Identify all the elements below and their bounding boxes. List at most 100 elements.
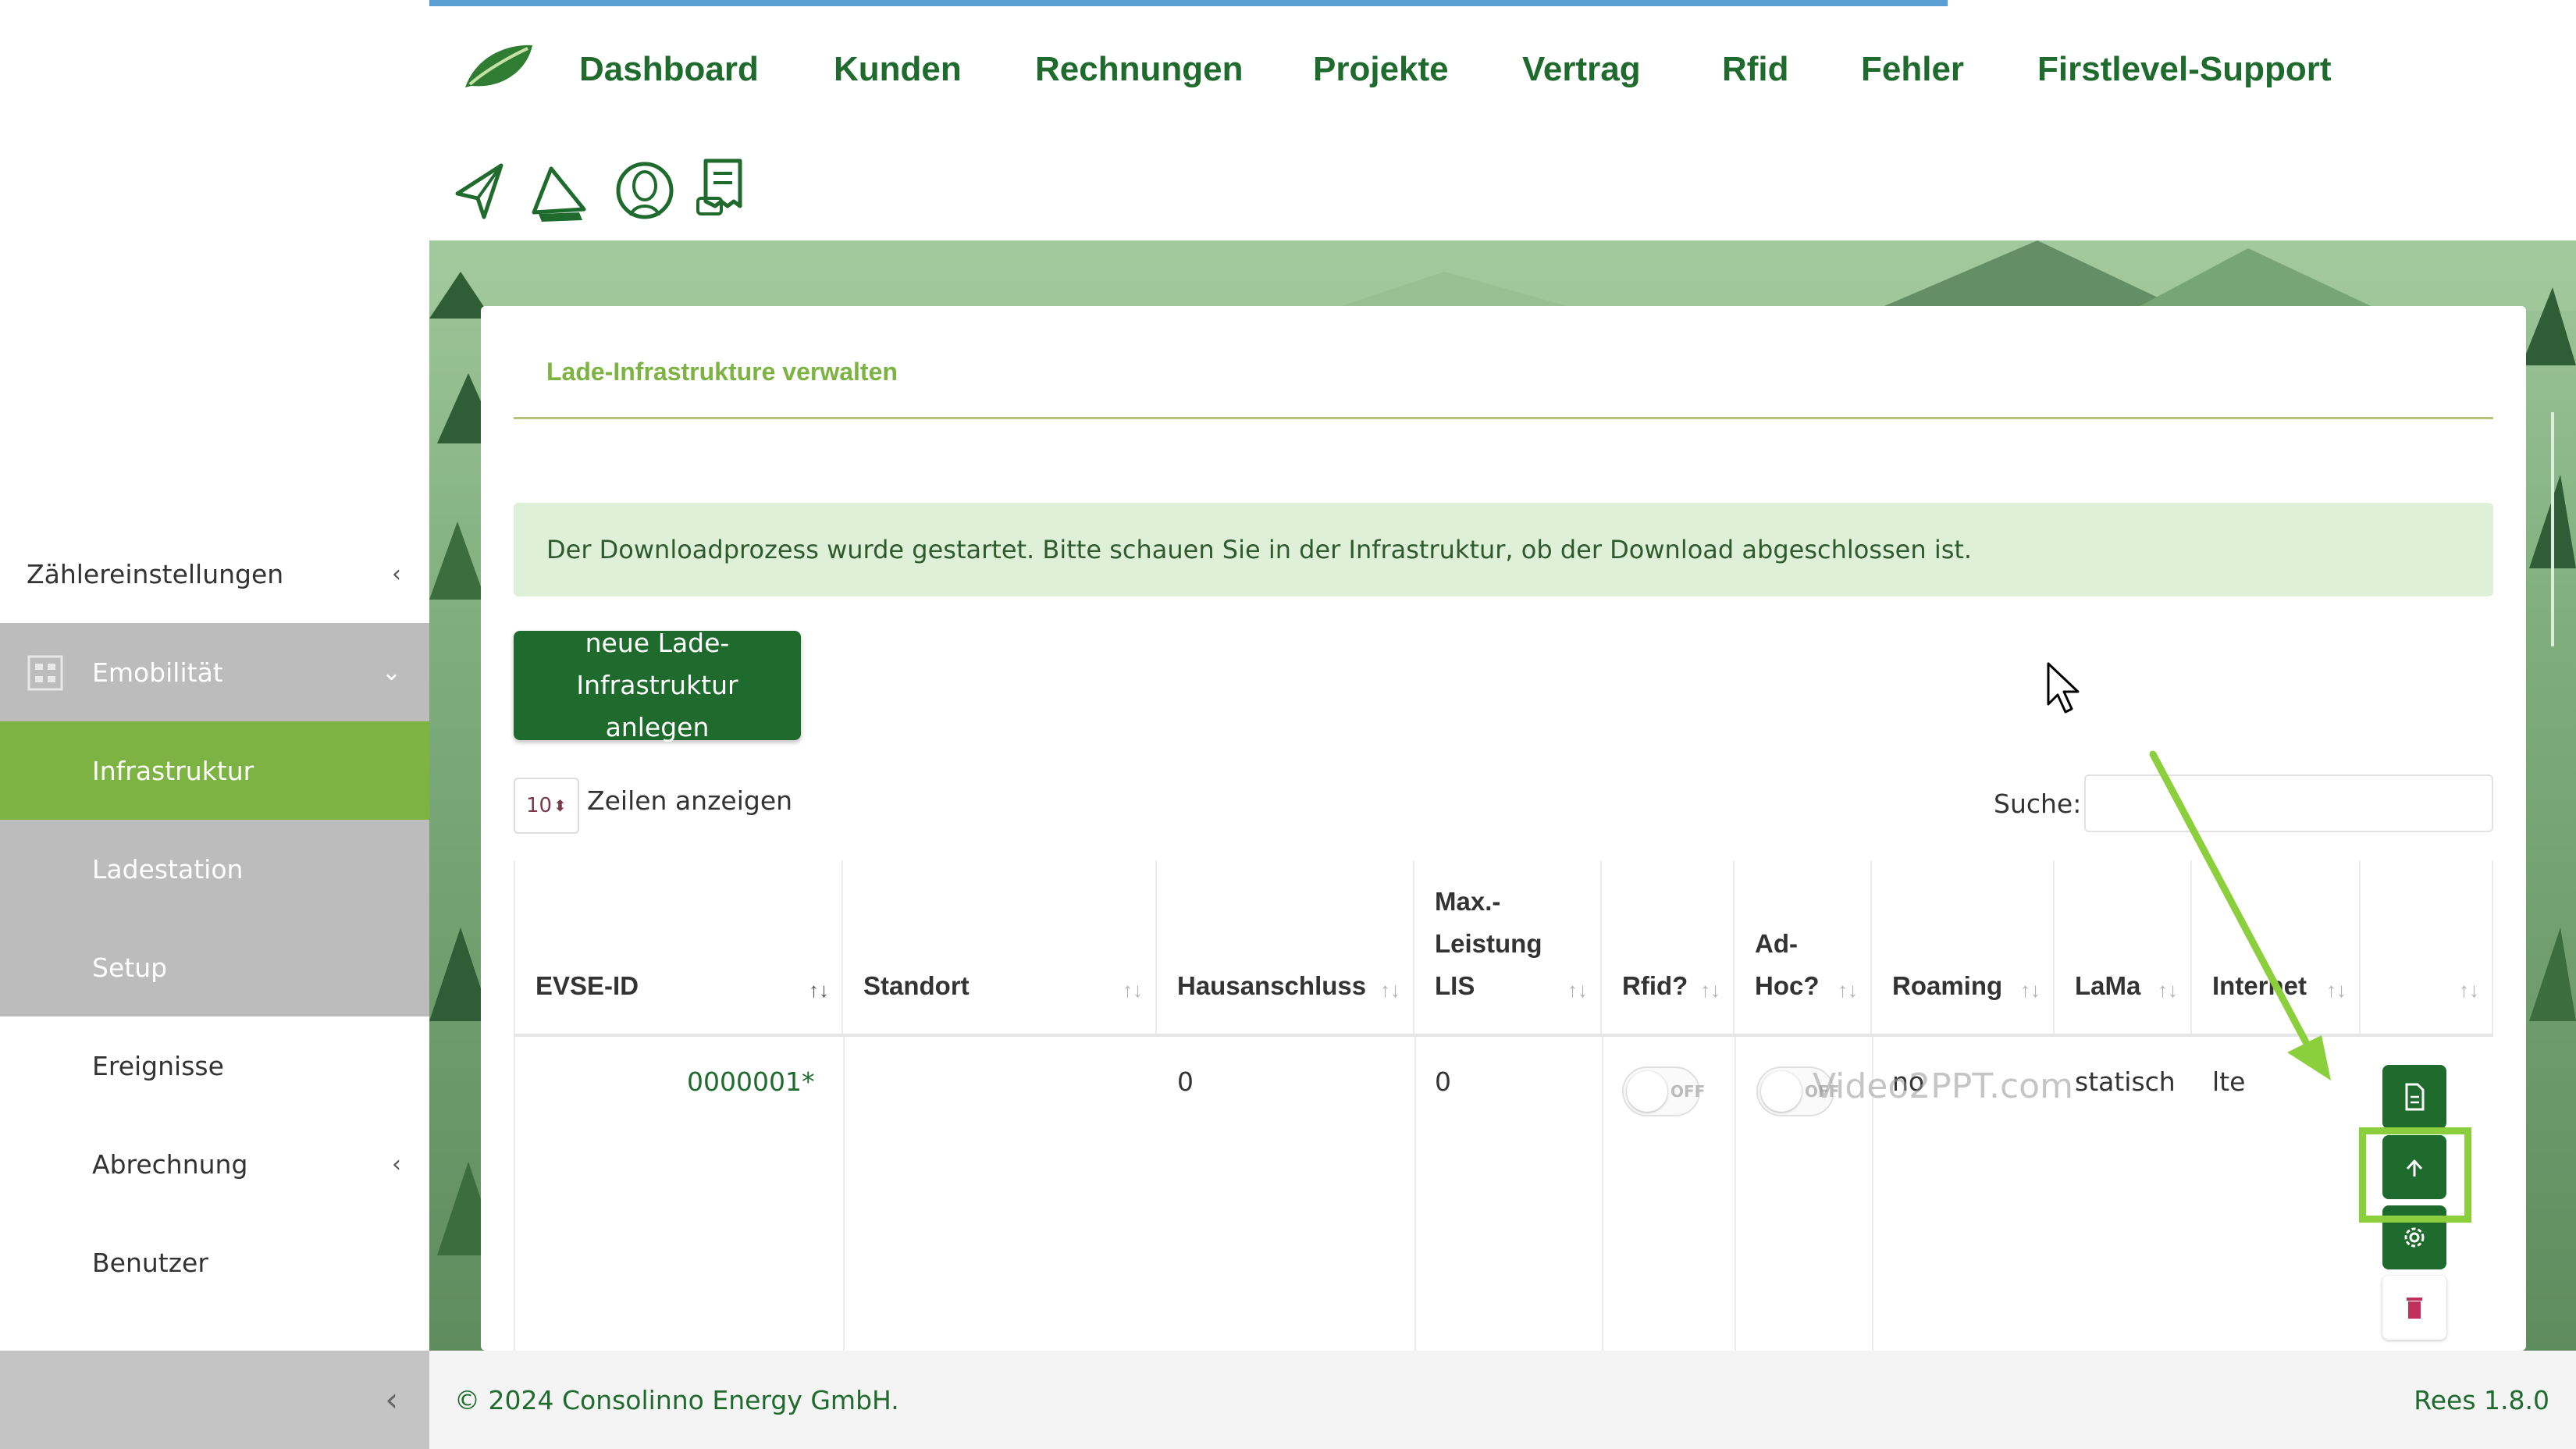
top-navigation: Dashboard Kunden Rechnungen Projekte Ver…: [429, 6, 2576, 240]
sort-icon: ↑↓: [2459, 978, 2479, 1002]
alert-text: Der Downloadprozess wurde gestartet. Bit…: [546, 535, 1973, 564]
sidebar: Zählereinstellungen ‹ Emobilität ⌄ Infra…: [0, 0, 429, 1449]
search-input[interactable]: [2084, 774, 2493, 832]
nav-firstlevel-support[interactable]: Firstlevel-Support: [2037, 50, 2332, 89]
nav-dashboard[interactable]: Dashboard: [579, 50, 759, 89]
column-header-roaming[interactable]: Roaming ↑↓: [1872, 860, 2055, 1034]
page-length-select[interactable]: 10 ⬍: [514, 778, 579, 834]
nav-kunden[interactable]: Kunden: [834, 50, 962, 89]
chevron-left-icon: ‹: [392, 560, 401, 588]
new-infrastructure-button-label: neue Lade-Infrastruktur anlegen: [576, 628, 738, 742]
column-divider: [514, 1037, 515, 1351]
sort-icon: ↑↓: [1567, 978, 1588, 1002]
sidebar-item-label: Infrastruktur: [92, 755, 254, 786]
mouse-cursor-icon: [2047, 662, 2080, 714]
page-footer: © 2024 Consolinno Energy GmbH. Rees 1.8.…: [429, 1351, 2576, 1449]
sidebar-item-label: Benutzer: [92, 1247, 208, 1278]
column-header-evse-id[interactable]: EVSE-ID ↑↓: [514, 860, 843, 1034]
page-length-label: Zeilen anzeigen: [587, 785, 793, 816]
details-button[interactable]: [2382, 1065, 2446, 1129]
sidebar-item-ereignisse[interactable]: Ereignisse: [0, 1016, 429, 1115]
column-header-internet[interactable]: Internet ↑↓: [2192, 860, 2361, 1034]
sidebar-item-setup[interactable]: Setup: [0, 918, 429, 1016]
trash-icon: [2407, 1298, 2422, 1319]
sort-icon: ↑↓: [809, 978, 829, 1002]
receipt-icon[interactable]: [692, 155, 754, 226]
document-icon: [2405, 1083, 2425, 1111]
new-infrastructure-button[interactable]: neue Lade-Infrastruktur anlegen: [514, 628, 801, 742]
toggle-knob: [1761, 1071, 1802, 1112]
watermark: Video2PPT.com: [1813, 1066, 2073, 1106]
infrastructure-table: EVSE-ID ↑↓ Standort ↑↓ Hausanschluss ↑↓ …: [514, 860, 2493, 1351]
sidebar-item-ladestation[interactable]: Ladestation: [0, 820, 429, 918]
page-title: Lade-Infrastrukture verwalten: [546, 358, 898, 386]
megaphone-icon[interactable]: [528, 155, 590, 226]
page-length-value: 10: [526, 794, 553, 817]
send-icon[interactable]: [450, 155, 512, 226]
sidebar-item-benutzer[interactable]: Benutzer: [0, 1213, 429, 1312]
column-header-label: Hausanschluss: [1177, 971, 1367, 1000]
sort-updown-icon: ⬍: [553, 796, 567, 815]
column-header-label: Internet: [2212, 971, 2307, 1000]
sidebar-item-label: Ereignisse: [92, 1050, 224, 1081]
column-header-label: Ad-Hoc?: [1755, 929, 1820, 1000]
sort-icon: ↑↓: [2158, 978, 2178, 1002]
sidebar-collapse[interactable]: ‹: [0, 1351, 429, 1449]
sidebar-item-abrechnung[interactable]: Abrechnung ‹: [0, 1115, 429, 1213]
sidebar-item-zaehlereinstellungen[interactable]: Zählereinstellungen ‹: [0, 525, 429, 623]
column-header-lama[interactable]: LaMa ↑↓: [2055, 860, 2192, 1034]
column-header-label: EVSE-ID: [535, 971, 639, 1000]
sidebar-item-label: Emobilität: [92, 657, 223, 688]
title-divider: [514, 417, 2493, 419]
grid-icon: [27, 655, 63, 691]
column-header-actions[interactable]: ↑↓: [2361, 860, 2493, 1034]
column-header-rfid[interactable]: Rfid? ↑↓: [1602, 860, 1735, 1034]
sidebar-item-label: Ladestation: [92, 853, 244, 885]
delete-button[interactable]: [2382, 1276, 2446, 1340]
sort-icon: ↑↓: [2326, 978, 2347, 1002]
success-alert: Der Downloadprozess wurde gestartet. Bit…: [514, 503, 2493, 596]
sort-icon: ↑↓: [2020, 978, 2041, 1002]
sidebar-item-infrastruktur[interactable]: Infrastruktur: [0, 721, 429, 820]
chevron-down-icon: ⌄: [381, 658, 401, 686]
sidebar-item-label: Zählereinstellungen: [27, 558, 284, 589]
table-header-divider: [514, 1034, 2493, 1037]
column-divider: [1414, 1037, 1416, 1351]
toggle-knob: [1627, 1071, 1667, 1112]
version-text: Rees 1.8.0: [2414, 1385, 2549, 1415]
column-divider: [1602, 1037, 1603, 1351]
column-header-label: Rfid?: [1622, 971, 1688, 1000]
nav-rechnungen[interactable]: Rechnungen: [1035, 50, 1243, 89]
sort-icon: ↑↓: [1380, 978, 1400, 1002]
nav-fehler[interactable]: Fehler: [1861, 50, 1964, 89]
cell-max-leistung: 0: [1435, 1066, 1451, 1097]
nav-rfid[interactable]: Rfid: [1722, 50, 1789, 89]
column-header-label: Roaming: [1892, 971, 2003, 1000]
column-header-adhoc[interactable]: Ad-Hoc? ↑↓: [1735, 860, 1872, 1034]
search-label: Suche:: [1994, 789, 2082, 819]
upload-button-highlight: [2359, 1127, 2471, 1223]
cell-lama: statisch: [2075, 1066, 2176, 1097]
nav-vertrag[interactable]: Vertrag: [1522, 50, 1641, 89]
cell-internet: lte: [2212, 1066, 2246, 1097]
chevron-left-icon: ‹: [385, 1380, 398, 1419]
copyright-text: © 2024 Consolinno Energy GmbH.: [454, 1385, 899, 1415]
leaf-logo-icon[interactable]: [461, 41, 535, 95]
rfid-toggle[interactable]: OFF: [1622, 1066, 1705, 1116]
column-header-hausanschluss[interactable]: Hausanschluss ↑↓: [1157, 860, 1414, 1034]
toggle-state-label: OFF: [1670, 1082, 1706, 1101]
column-header-standort[interactable]: Standort ↑↓: [843, 860, 1157, 1034]
nav-projekte[interactable]: Projekte: [1313, 50, 1449, 89]
column-divider: [843, 1037, 845, 1351]
sort-icon: ↑↓: [1123, 978, 1143, 1002]
infrastructure-card: Lade-Infrastrukture verwalten Der Downlo…: [481, 306, 2526, 1351]
chevron-left-icon: ‹: [392, 1150, 401, 1178]
cell-hausanschluss: 0: [1177, 1066, 1194, 1097]
support-agent-icon[interactable]: [614, 155, 676, 226]
column-header-label: Max.-Leistung LIS: [1435, 887, 1542, 1000]
sidebar-item-label: Setup: [92, 952, 168, 983]
column-header-max-leistung[interactable]: Max.-Leistung LIS ↑↓: [1414, 860, 1602, 1034]
sidebar-item-emobilitaet[interactable]: Emobilität ⌄: [0, 623, 429, 721]
cell-evse-id-link[interactable]: 0000001*: [687, 1066, 814, 1097]
sort-icon: ↑↓: [1838, 978, 1858, 1002]
